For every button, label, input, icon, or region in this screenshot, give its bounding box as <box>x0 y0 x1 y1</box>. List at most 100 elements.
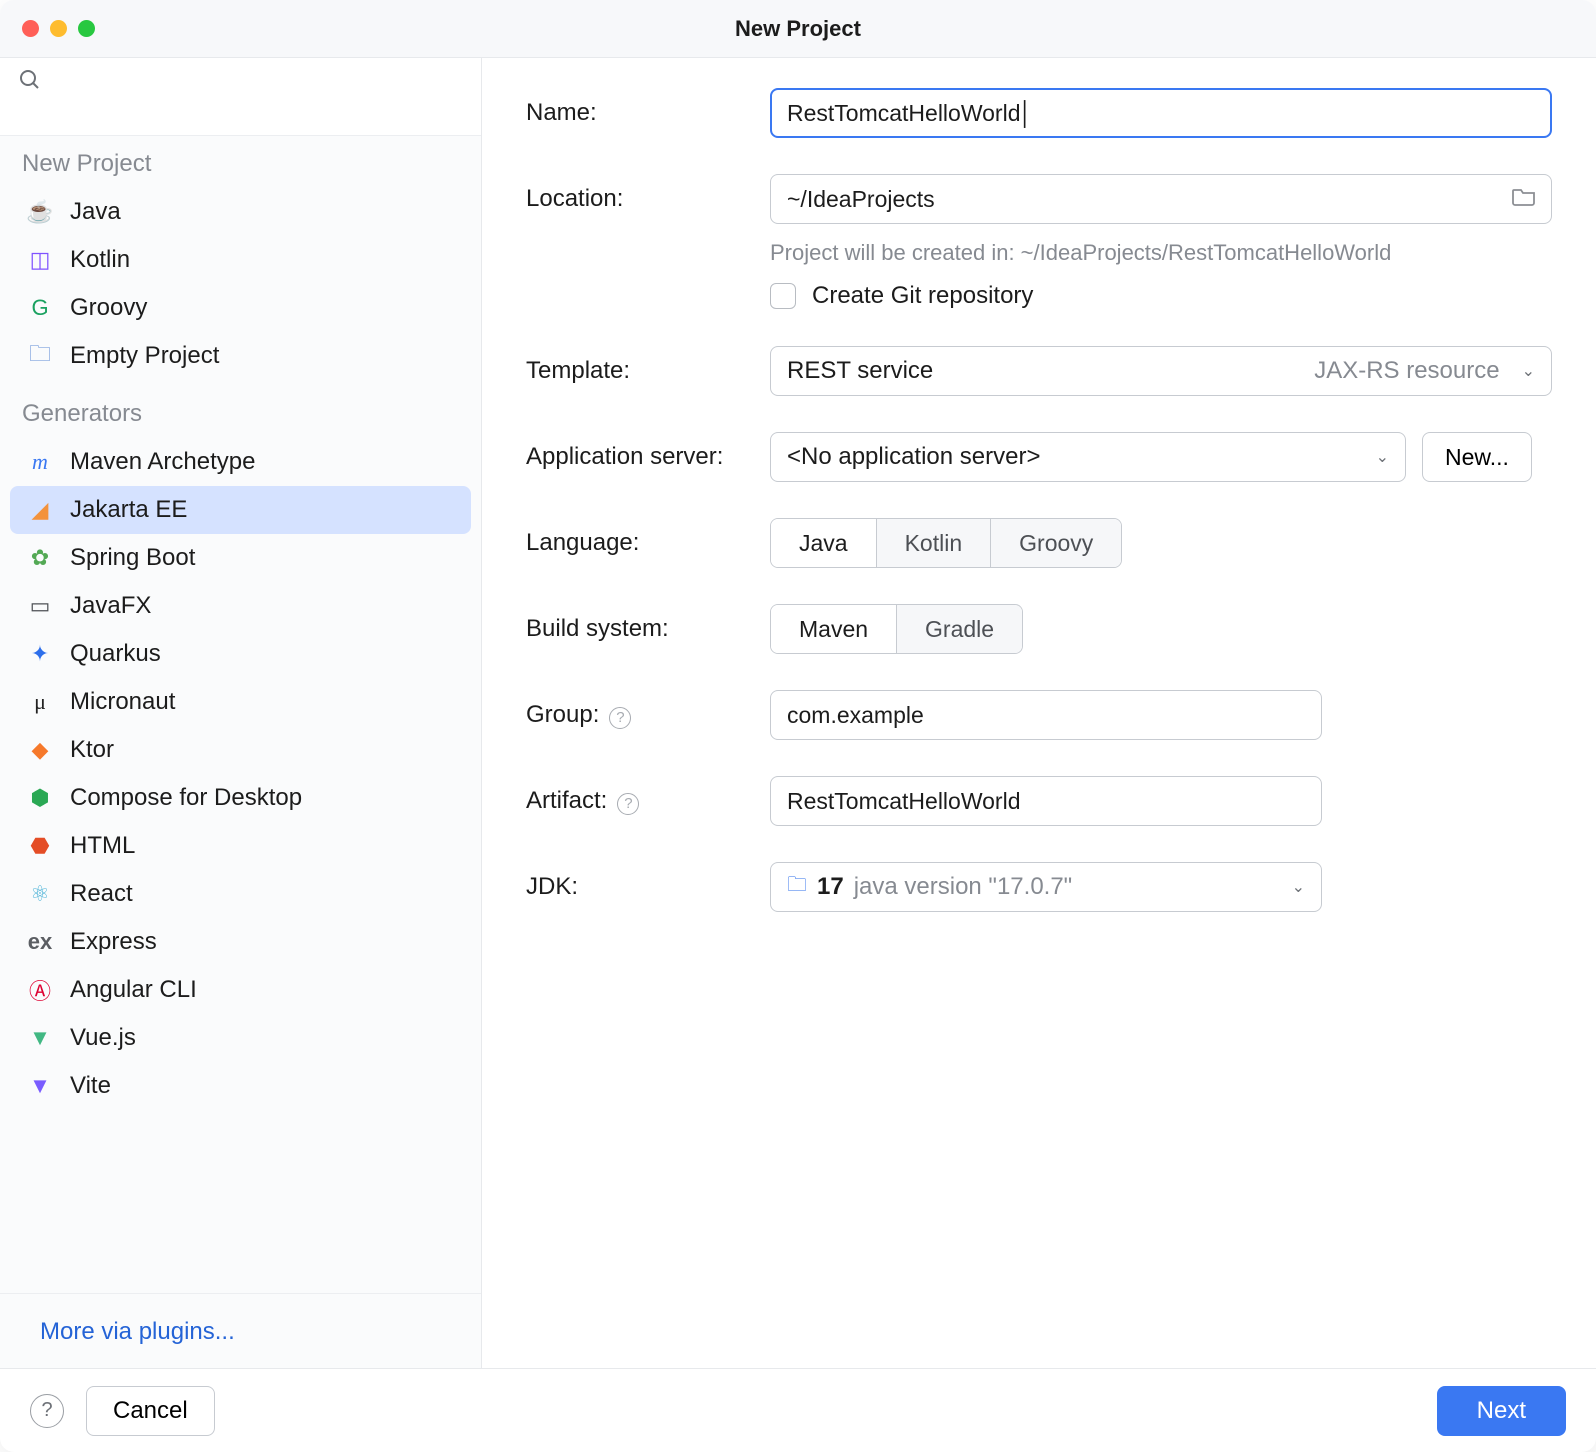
group-input-value: com.example <box>787 702 924 729</box>
sidebar-item-label: Java <box>70 198 121 226</box>
build-segment: MavenGradle <box>770 604 1023 654</box>
groovy-icon: G <box>26 294 54 322</box>
sidebar-item-angular-cli[interactable]: ⒶAngular CLI <box>10 966 471 1014</box>
sidebar: New Project ☕ Java ◫ Kotlin G Groovy 🗀Empty Pr… <box>0 58 482 1368</box>
name-label: Name: <box>526 99 770 127</box>
sidebar-item-label: Compose for Desktop <box>70 784 302 812</box>
git-checkbox[interactable] <box>770 283 796 309</box>
sidebar-item-spring-boot[interactable]: ✿Spring Boot <box>10 534 471 582</box>
artifact-input-value: RestTomcatHelloWorld <box>787 788 1020 815</box>
segment-option-gradle[interactable]: Gradle <box>897 605 1022 653</box>
folder-browse-icon[interactable] <box>1512 186 1536 212</box>
sidebar-item-label: Ktor <box>70 736 114 764</box>
jdk-select[interactable]: 🗀 17 java version "17.0.7" ⌄ <box>770 862 1322 912</box>
sidebar-item-html[interactable]: ⬣ HTML <box>10 822 471 870</box>
name-input-value: RestTomcatHelloWorld <box>787 100 1020 127</box>
cancel-button[interactable]: Cancel <box>86 1386 215 1436</box>
template-select[interactable]: REST service JAX-RS resource ⌄ <box>770 346 1552 396</box>
build-label: Build system: <box>526 615 770 643</box>
git-checkbox-label: Create Git repository <box>812 282 1033 310</box>
sidebar-item-label: Jakarta EE <box>70 496 187 524</box>
html-icon: ⬣ <box>26 832 54 860</box>
sidebar-item-label: Spring Boot <box>70 544 195 572</box>
search-icon <box>18 71 42 98</box>
sidebar-item-express[interactable]: ex Express <box>10 918 471 966</box>
chevron-down-icon: ⌄ <box>1376 447 1389 467</box>
template-meta: JAX-RS resource <box>1314 357 1499 385</box>
express-icon: ex <box>26 928 54 956</box>
template-value: REST service <box>787 357 933 385</box>
javafx-icon: ▭ <box>26 592 54 620</box>
location-label: Location: <box>526 185 770 213</box>
help-button[interactable]: ? <box>30 1394 64 1428</box>
appserver-select[interactable]: <No application server> ⌄ <box>770 432 1406 482</box>
empty-icon: 🗀 <box>26 342 54 370</box>
sidebar-item-label: Quarkus <box>70 640 161 668</box>
quarkus-icon: ✦ <box>26 640 54 668</box>
section-header-new-project: New Project <box>0 136 481 184</box>
name-input[interactable]: RestTomcatHelloWorld <box>770 88 1552 138</box>
java-icon: ☕ <box>26 198 54 226</box>
jdk-secondary: java version "17.0.7" <box>854 873 1073 901</box>
sidebar-item-label: Vue.js <box>70 1024 136 1052</box>
sidebar-item-react[interactable]: ⚛React <box>10 870 471 918</box>
sidebar-item-label: Express <box>70 928 157 956</box>
sidebar-item-kotlin[interactable]: ◫ Kotlin <box>10 236 471 284</box>
group-label: Group:? <box>526 701 770 729</box>
section-header-generators: Generators <box>0 386 481 434</box>
group-input[interactable]: com.example <box>770 690 1322 740</box>
sidebar-item-label: Vite <box>70 1072 111 1100</box>
sidebar-item-compose-for-desktop[interactable]: ⬢ Compose for Desktop <box>10 774 471 822</box>
sidebar-item-maven-archetype[interactable]: m Maven Archetype <box>10 438 471 486</box>
jdk-primary: 17 <box>817 873 844 901</box>
folder-sdk-icon: 🗀 <box>787 870 807 904</box>
kotlin-icon: ◫ <box>26 246 54 274</box>
help-icon[interactable]: ? <box>617 793 639 815</box>
search-input[interactable] <box>18 99 463 125</box>
sidebar-item-jakarta-ee[interactable]: ◢ Jakarta EE <box>10 486 471 534</box>
sidebar-item-micronaut[interactable]: μ Micronaut <box>10 678 471 726</box>
compose-icon: ⬢ <box>26 784 54 812</box>
location-input[interactable]: ~/IdeaProjects <box>770 174 1552 224</box>
help-icon[interactable]: ? <box>609 707 631 729</box>
sidebar-item-label: Micronaut <box>70 688 175 716</box>
artifact-label: Artifact:? <box>526 787 770 815</box>
titlebar: New Project <box>0 0 1596 58</box>
sidebar-item-vue-js[interactable]: ▼Vue.js <box>10 1014 471 1062</box>
sidebar-item-empty-project[interactable]: 🗀Empty Project <box>10 332 471 380</box>
angular-icon: Ⓐ <box>26 976 54 1004</box>
chevron-down-icon: ⌄ <box>1292 877 1305 897</box>
sidebar-item-label: Groovy <box>70 294 147 322</box>
segment-option-kotlin[interactable]: Kotlin <box>877 519 992 567</box>
jdk-label: JDK: <box>526 873 770 901</box>
sidebar-item-java[interactable]: ☕ Java <box>10 188 471 236</box>
micronaut-icon: μ <box>26 688 54 716</box>
maven-icon: m <box>26 448 54 476</box>
sidebar-item-vite[interactable]: ▼Vite <box>10 1062 471 1110</box>
language-label: Language: <box>526 529 770 557</box>
sidebar-item-label: Kotlin <box>70 246 130 274</box>
more-via-plugins-link[interactable]: More via plugins... <box>0 1293 481 1368</box>
segment-option-java[interactable]: Java <box>771 519 877 567</box>
sidebar-item-quarkus[interactable]: ✦ Quarkus <box>10 630 471 678</box>
sidebar-item-label: React <box>70 880 133 908</box>
jakarta-icon: ◢ <box>26 496 54 524</box>
sidebar-item-ktor[interactable]: ◆ Ktor <box>10 726 471 774</box>
location-input-value: ~/IdeaProjects <box>787 186 935 213</box>
segment-option-maven[interactable]: Maven <box>771 605 897 653</box>
sidebar-item-label: JavaFX <box>70 592 151 620</box>
sidebar-item-groovy[interactable]: G Groovy <box>10 284 471 332</box>
segment-option-groovy[interactable]: Groovy <box>991 519 1121 567</box>
generator-list: mMaven Archetype◢Jakarta EE✿Spring Boot▭… <box>0 434 481 1116</box>
appserver-label: Application server: <box>526 443 770 471</box>
appserver-new-button[interactable]: New... <box>1422 432 1532 482</box>
dialog-footer: ? Cancel Next <box>0 1368 1596 1452</box>
next-button[interactable]: Next <box>1437 1386 1566 1436</box>
new-project-list: ☕ Java ◫ Kotlin G Groovy 🗀Empty Project <box>0 184 481 386</box>
artifact-input[interactable]: RestTomcatHelloWorld <box>770 776 1322 826</box>
ktor-icon: ◆ <box>26 736 54 764</box>
sidebar-item-label: HTML <box>70 832 135 860</box>
sidebar-item-label: Maven Archetype <box>70 448 255 476</box>
window-title: New Project <box>0 16 1596 42</box>
sidebar-item-javafx[interactable]: ▭ JavaFX <box>10 582 471 630</box>
